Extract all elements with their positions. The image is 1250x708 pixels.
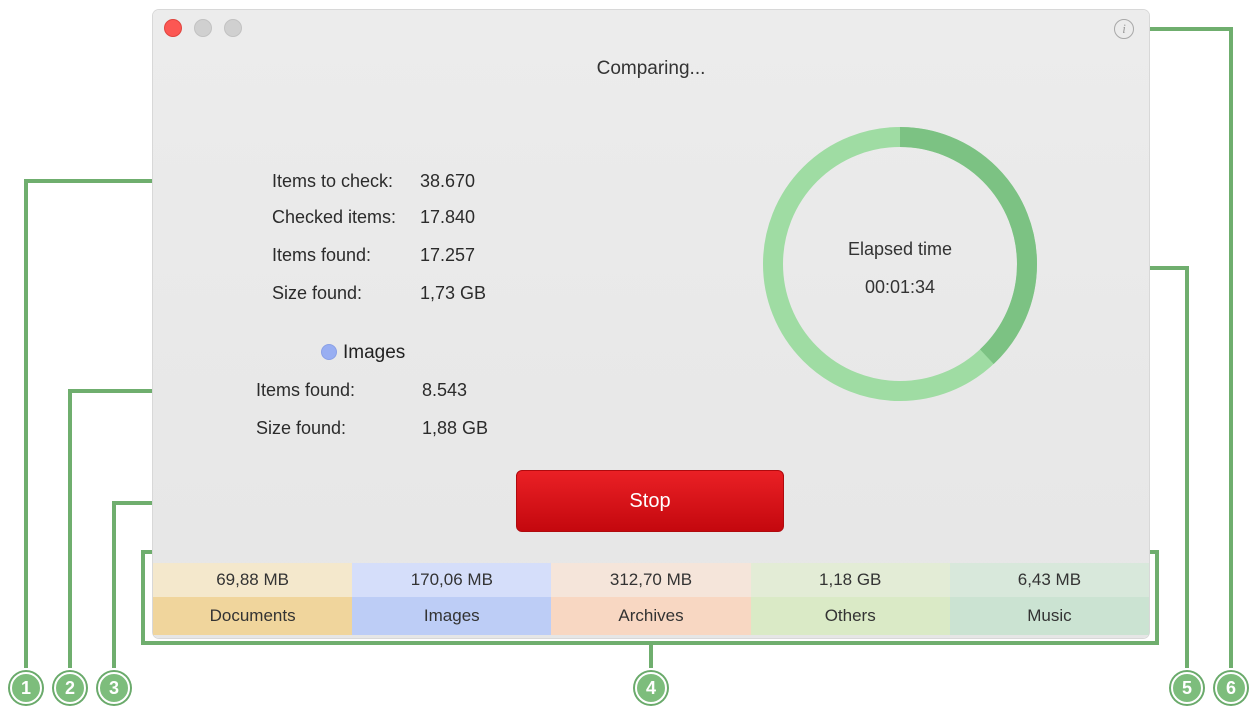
callout-marker-3: 3 — [98, 672, 130, 704]
size-found-value: 1,73 GB — [420, 283, 487, 303]
category-items-found-label: Items found: — [256, 380, 356, 400]
items-to-check-label: Items to check: — [272, 171, 394, 191]
callout-marker-2: 2 — [54, 672, 86, 704]
minimize-window-button[interactable] — [194, 19, 212, 37]
status-title: Comparing... — [596, 58, 706, 79]
size-found-label: Size found: — [272, 283, 363, 303]
category-size-found-value: 1,88 GB — [422, 418, 489, 438]
summary-category-name: Images — [352, 597, 552, 635]
callout-marker-1: 1 — [10, 672, 42, 704]
category-items-found-value: 8.543 — [422, 380, 468, 400]
category-color-dot — [321, 344, 337, 360]
elapsed-time-value: 00:01:34 — [864, 277, 936, 297]
summary-category-name: Others — [750, 597, 950, 635]
elapsed-time-ring: Elapsed time 00:01:34 — [760, 124, 1040, 404]
elapsed-time-label: Elapsed time — [847, 239, 953, 259]
summary-size: 170,06 MB — [352, 563, 552, 597]
summary-cell-music[interactable]: 6,43 MB Music — [949, 563, 1150, 635]
comparison-window: i Comparing... Items to check: 38.670 Ch… — [153, 10, 1150, 638]
summary-cell-others[interactable]: 1,18 GB Others — [750, 563, 950, 635]
summary-category-name: Archives — [551, 597, 751, 635]
summary-size: 1,18 GB — [750, 563, 950, 597]
items-found-label: Items found: — [272, 245, 372, 265]
close-window-button[interactable] — [164, 19, 182, 37]
summary-size: 69,88 MB — [153, 563, 353, 597]
callout-marker-6: 6 — [1215, 672, 1247, 704]
zoom-window-button[interactable] — [224, 19, 242, 37]
summary-cell-documents[interactable]: 69,88 MB Documents — [153, 563, 353, 635]
summary-cell-archives[interactable]: 312,70 MB Archives — [551, 563, 751, 635]
checked-items-value: 17.840 — [420, 207, 476, 227]
callout-marker-5: 5 — [1171, 672, 1203, 704]
stop-button[interactable]: Stop — [516, 470, 784, 532]
summary-size: 312,70 MB — [551, 563, 751, 597]
items-to-check-value: 38.670 — [420, 171, 476, 191]
items-found-value: 17.257 — [420, 245, 476, 265]
category-size-found-label: Size found: — [256, 418, 347, 438]
summary-category-name: Documents — [153, 597, 353, 635]
summary-category-name: Music — [949, 597, 1150, 635]
summary-cell-images[interactable]: 170,06 MB Images — [352, 563, 552, 635]
progress-ring — [763, 127, 1037, 401]
callout-marker-4: 4 — [635, 672, 667, 704]
info-icon[interactable]: i — [1114, 19, 1134, 39]
summary-size: 6,43 MB — [949, 563, 1150, 597]
checked-items-label: Checked items: — [272, 207, 397, 227]
category-name: Images — [343, 342, 406, 363]
category-summary-bar: 69,88 MB Documents 170,06 MB Images 312,70 M… — [153, 563, 1150, 635]
